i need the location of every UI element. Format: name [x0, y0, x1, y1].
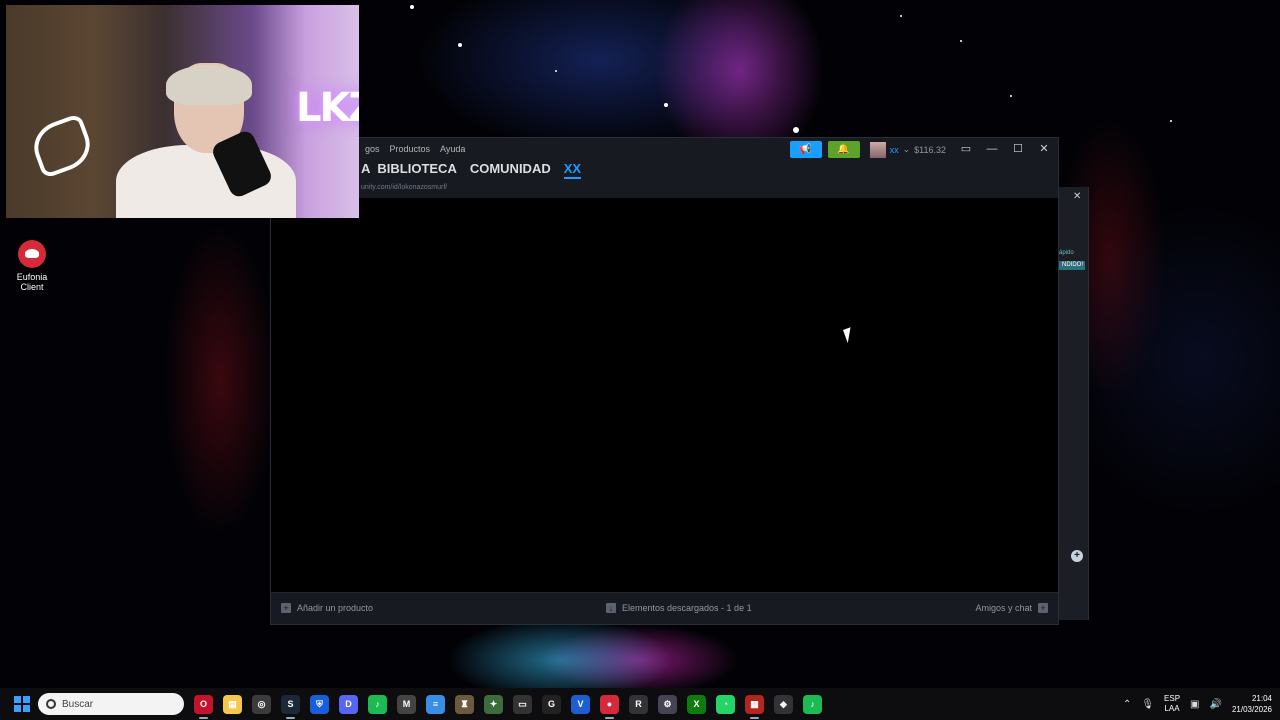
nav-store-partial[interactable]: A — [361, 161, 370, 179]
star — [555, 70, 557, 72]
start-button[interactable] — [14, 696, 30, 712]
add-product-button[interactable]: + Añadir un producto — [281, 603, 373, 613]
taskbar-app-file-explorer-icon[interactable]: ▤ — [223, 694, 242, 714]
url-bar: unity.com/id/lokonazosmurf/ — [361, 184, 448, 191]
status-pill: NDIDO! — [1059, 261, 1085, 270]
username: xx — [889, 144, 899, 155]
volume-icon[interactable]: 🔊 — [1210, 699, 1222, 710]
star — [960, 40, 962, 42]
add-product-label: Añadir un producto — [297, 603, 374, 613]
clock-time: 21:04 — [1251, 694, 1272, 703]
avatar — [869, 141, 886, 158]
steam-header: gos Productos Ayuda A BIBLIOTECA COMUNID… — [271, 138, 1058, 198]
steam-window: gos Productos Ayuda A BIBLIOTECA COMUNID… — [270, 137, 1059, 625]
neon-sign: LKZ — [296, 85, 359, 131]
star — [1170, 120, 1172, 122]
taskbar-app-valorant-icon[interactable]: V — [571, 694, 590, 714]
taskbar-app-wrench-icon[interactable]: ⚙ — [658, 694, 677, 714]
downloads-button[interactable]: ↓ Elementos descargados - 1 de 1 — [606, 603, 752, 613]
menu-item-products[interactable]: Productos — [390, 144, 431, 154]
taskbar-app-g-hub-icon[interactable]: G — [542, 694, 561, 714]
star — [900, 15, 902, 17]
megaphone-icon: 📢 — [799, 144, 812, 155]
nav-profile[interactable]: XX — [563, 161, 582, 179]
star — [793, 127, 799, 133]
taskbar-app-voicemeeter-icon[interactable]: ▦ — [745, 694, 764, 719]
background-window[interactable]: ✕ ápido NDIDO! + — [1059, 187, 1089, 620]
clock-date: 21/03/2026 — [1231, 705, 1272, 714]
taskbar-app-gm-app-icon[interactable]: M — [397, 694, 416, 714]
window-controls: 📢 🔔 xx ⌄ $116.32 ▭ — ☐ ✕ — [789, 141, 1054, 158]
friends-chat-button[interactable]: Amigos y chat + — [975, 603, 1048, 613]
desktop-icon-label: Eufonia Client — [16, 272, 48, 292]
taskbar-app-discord-icon[interactable]: D — [339, 694, 358, 714]
taskbar-app-spotify-icon[interactable]: ♪ — [368, 694, 387, 714]
search-icon — [46, 699, 56, 709]
search-placeholder: Buscar — [62, 698, 94, 710]
announcements-button[interactable]: 📢 — [789, 141, 822, 158]
taskbar-apps: O ▤ ◎ S ⛨ D ♪ M ≡ ♜ ✦ ▭ G V ● R ⚙ X ◔ ▦ ◆ ♪ — [194, 694, 822, 719]
notifications-button[interactable]: 🔔 — [827, 141, 860, 158]
taskbar-app-ea-icon[interactable]: ◆ — [774, 694, 793, 714]
chevron-up-icon[interactable]: ⌃ — [1123, 699, 1131, 710]
keyboard-layout: LAA — [1164, 704, 1180, 713]
streamer-hair — [166, 65, 252, 105]
steam-menu: gos Productos Ayuda — [365, 144, 465, 154]
bell-icon: 🔔 — [837, 144, 850, 155]
chat-icon: + — [1038, 603, 1048, 613]
star — [410, 5, 414, 9]
close-icon[interactable]: ✕ — [1073, 191, 1081, 202]
minimize-button[interactable]: — — [982, 141, 1002, 158]
taskbar-app-notepad-icon[interactable]: ≡ — [426, 694, 445, 714]
taskbar-app-bitwarden-icon[interactable]: ⛨ — [310, 694, 329, 714]
eufonia-icon — [18, 240, 46, 268]
taskbar-app-racing-icon[interactable]: ▭ — [513, 694, 532, 714]
taskbar: Buscar O ▤ ◎ S ⛨ D ♪ M ≡ ♜ ✦ ▭ G V ● R ⚙ X ◔ ▦ ◆ ♪ ⌃ 🎙 ESP LA… — [0, 688, 1280, 720]
menu-item-help[interactable]: Ayuda — [440, 144, 465, 154]
add-icon[interactable]: + — [1071, 550, 1083, 562]
desktop-icon-eufonia-client[interactable]: Eufonia Client — [4, 240, 60, 292]
language-indicator[interactable]: ESP LAA — [1164, 694, 1180, 714]
microphone-icon[interactable]: 🎙 — [1141, 699, 1154, 710]
friends-label: Amigos y chat — [975, 603, 1032, 613]
taskbar-app-spotify-2-icon[interactable]: ♪ — [803, 694, 822, 714]
webcam-overlay: LKZ — [6, 5, 359, 218]
big-picture-icon[interactable]: ▭ — [956, 141, 976, 158]
maximize-button[interactable]: ☐ — [1008, 141, 1028, 158]
downloads-label: Elementos descargados - 1 de 1 — [622, 603, 752, 613]
language-code: ESP — [1164, 694, 1181, 703]
star — [458, 43, 462, 47]
taskbar-app-steam-icon[interactable]: S — [281, 694, 300, 719]
download-icon: ↓ — [606, 603, 616, 613]
close-button[interactable]: ✕ — [1034, 141, 1054, 158]
taskbar-app-chrome-icon[interactable]: ◎ — [252, 694, 271, 714]
wallet-balance: $116.32 — [914, 144, 946, 155]
taskbar-app-game-a-icon[interactable]: ♜ — [455, 694, 474, 714]
taskbar-search[interactable]: Buscar — [38, 693, 184, 715]
nav-library[interactable]: BIBLIOTECA — [377, 161, 456, 179]
steam-nav: A BIBLIOTECA COMUNIDAD XX — [361, 161, 582, 179]
steam-footer: + Añadir un producto ↓ Elementos descarg… — [271, 592, 1058, 624]
chevron-down-icon: ⌄ — [902, 144, 911, 154]
taskbar-app-rockstar-icon[interactable]: R — [629, 694, 648, 714]
star — [664, 103, 668, 107]
clock[interactable]: 21:04 21/03/2026 — [1232, 693, 1272, 715]
plus-icon: + — [281, 603, 291, 613]
taskbar-app-game-b-icon[interactable]: ✦ — [484, 694, 503, 714]
taskbar-app-whatsapp-icon[interactable]: ◔ — [716, 694, 735, 714]
taskbar-app-eufonia-icon[interactable]: ● — [600, 694, 619, 719]
taskbar-app-xbox-icon[interactable]: X — [687, 694, 706, 714]
window-text: ápido — [1059, 250, 1074, 256]
nav-community[interactable]: COMUNIDAD — [470, 161, 551, 179]
star — [1010, 95, 1012, 97]
menu-item-games[interactable]: gos — [365, 144, 380, 154]
network-icon[interactable]: ▣ — [1190, 699, 1199, 710]
taskbar-app-opera-gx-icon[interactable]: O — [194, 694, 213, 719]
system-tray: ⌃ 🎙 ESP LAA ▣ 🔊 21:04 21/03/2026 — [1123, 688, 1272, 720]
channel-logo — [27, 112, 97, 180]
account-menu[interactable]: xx ⌄ $116.32 — [866, 141, 950, 158]
desktop: Eufonia Client ✕ ápido NDIDO! + gos Prod… — [0, 0, 1280, 720]
